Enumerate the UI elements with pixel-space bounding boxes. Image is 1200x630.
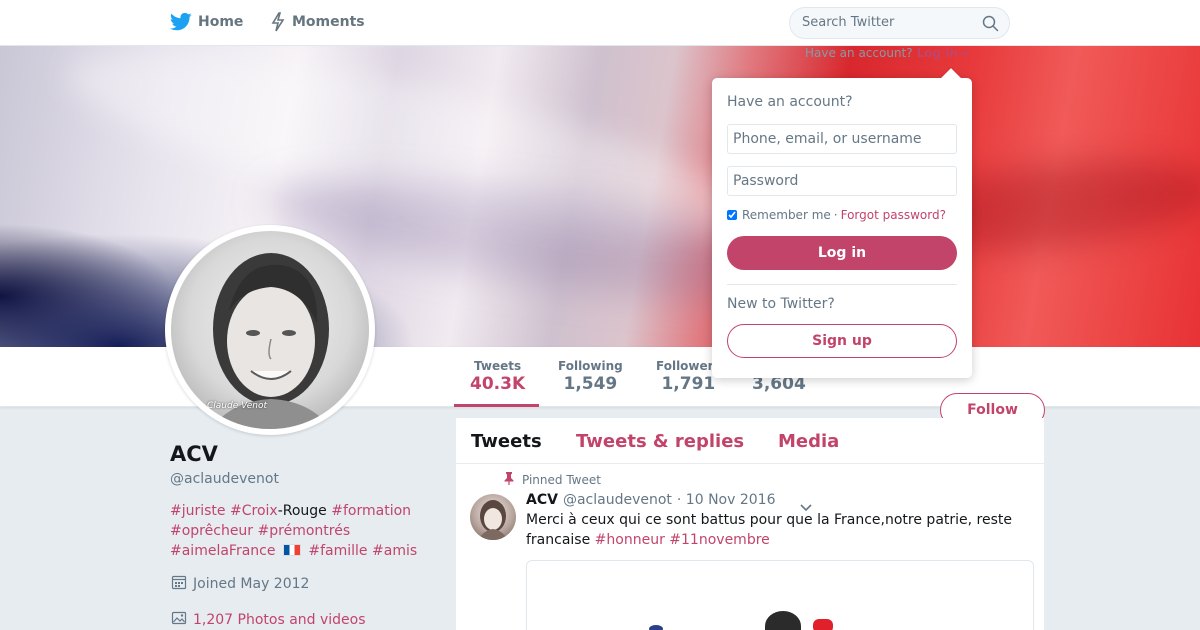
- stat-following[interactable]: Following 1,549: [558, 359, 623, 395]
- hashtag-link[interactable]: #Croix: [230, 503, 278, 519]
- login-dropdown-title: Have an account?: [727, 94, 853, 110]
- tweet-header: ACV @aclaudevenot · 10 Nov 2016: [526, 492, 775, 508]
- timeline: Tweets Tweets & replies Media Pinned Twe…: [456, 418, 1044, 630]
- search-input[interactable]: [802, 15, 972, 30]
- tab-tweets-replies[interactable]: Tweets & replies: [576, 431, 744, 452]
- login-button[interactable]: Log in: [727, 236, 957, 270]
- nav-moments[interactable]: Moments: [270, 12, 365, 32]
- top-nav: Home Moments: [0, 0, 1200, 46]
- stat-following-value: 1,549: [563, 374, 618, 394]
- french-flag-icon: [282, 544, 301, 556]
- hashtag-link[interactable]: #honneur: [595, 532, 665, 548]
- tweet-author-name[interactable]: ACV: [526, 492, 558, 508]
- tweet-avatar[interactable]: [470, 494, 516, 540]
- media-shape: [813, 619, 833, 630]
- calendar-icon: [171, 574, 187, 594]
- login-toggle[interactable]: Log in: [917, 46, 969, 60]
- joined-text: Joined May 2012: [193, 576, 310, 592]
- profile-bio: #juriste #Croix-Rouge #formation #oprêch…: [170, 501, 440, 561]
- nav-home[interactable]: Home: [170, 12, 243, 32]
- stat-followers-label: Followers: [656, 359, 721, 373]
- tweet-text: Merci à ceux qui ce sont battus pour que…: [526, 510, 1036, 550]
- signup-button[interactable]: Sign up: [727, 324, 957, 358]
- remember-row: Remember me · Forgot password?: [727, 208, 946, 222]
- tweet-media[interactable]: [526, 560, 1034, 630]
- search-icon[interactable]: [982, 15, 999, 36]
- login-toggle-label: Log in: [916, 46, 958, 60]
- tweet-date[interactable]: · 10 Nov 2016: [677, 492, 776, 508]
- hashtag-link[interactable]: #juriste: [170, 503, 226, 519]
- bio-text: -Rouge: [277, 503, 327, 519]
- new-to-twitter-label: New to Twitter?: [727, 296, 835, 312]
- remember-checkbox[interactable]: [727, 210, 737, 220]
- divider: [727, 284, 957, 285]
- media-shape: [765, 611, 801, 630]
- twitter-bird-icon: [170, 12, 192, 32]
- tab-media[interactable]: Media: [778, 431, 839, 452]
- pin-icon: [504, 472, 514, 488]
- tab-tweets[interactable]: Tweets: [471, 431, 542, 452]
- account-hint: Have an account? Log in: [805, 46, 969, 60]
- hashtag-link[interactable]: #formation: [331, 503, 411, 519]
- login-dropdown: Have an account? Remember me · Forgot pa…: [712, 78, 972, 378]
- stat-tweets-label: Tweets: [474, 359, 522, 373]
- timeline-tabs: Tweets Tweets & replies Media: [456, 418, 1044, 464]
- stat-followers-value: 1,791: [661, 374, 716, 394]
- remember-label: Remember me: [742, 208, 831, 222]
- search-box: [789, 7, 1010, 39]
- nav-home-label: Home: [198, 14, 244, 30]
- tweet-author-handle[interactable]: @aclaudevenot: [563, 492, 672, 508]
- forgot-password-link[interactable]: Forgot password?: [841, 208, 946, 222]
- media-shape: [649, 625, 663, 630]
- profile-name[interactable]: ACV: [170, 442, 218, 466]
- pinned-text: Pinned Tweet: [522, 473, 601, 487]
- stat-tweets[interactable]: Tweets 40.3K: [453, 359, 540, 407]
- hashtag-link[interactable]: #11novembre: [669, 532, 769, 548]
- separator-dot: ·: [833, 208, 838, 222]
- account-hint-text: Have an account?: [805, 46, 913, 60]
- password-field[interactable]: [727, 166, 957, 196]
- caret-down-icon: [960, 51, 969, 56]
- hashtag-link[interactable]: #amis: [372, 543, 417, 559]
- stat-followers[interactable]: Followers 1,791: [656, 359, 721, 395]
- profile-joined: Joined May 2012: [171, 574, 309, 594]
- profile-handle[interactable]: @aclaudevenot: [170, 471, 279, 487]
- avatar[interactable]: Claude Venot: [171, 231, 369, 429]
- pinned-tweet-label: Pinned Tweet: [504, 472, 601, 488]
- photos-videos-link[interactable]: 1,207 Photos and videos: [171, 610, 366, 630]
- hashtag-link[interactable]: #prémontrés: [258, 523, 351, 539]
- stat-tweets-value: 40.3K: [470, 374, 526, 394]
- username-field[interactable]: [727, 124, 957, 154]
- avatar-signature: Claude Venot: [207, 401, 268, 411]
- image-icon: [171, 610, 187, 630]
- stat-following-label: Following: [558, 359, 623, 373]
- lightning-icon: [270, 12, 286, 32]
- hashtag-link[interactable]: #aimelaFrance: [170, 543, 275, 559]
- photos-videos-label: 1,207 Photos and videos: [193, 612, 366, 628]
- hashtag-link[interactable]: #famille: [308, 543, 367, 559]
- nav-moments-label: Moments: [292, 14, 365, 30]
- profile-avatar-frame: Claude Venot: [165, 225, 375, 435]
- hashtag-link[interactable]: #oprêcheur: [170, 523, 253, 539]
